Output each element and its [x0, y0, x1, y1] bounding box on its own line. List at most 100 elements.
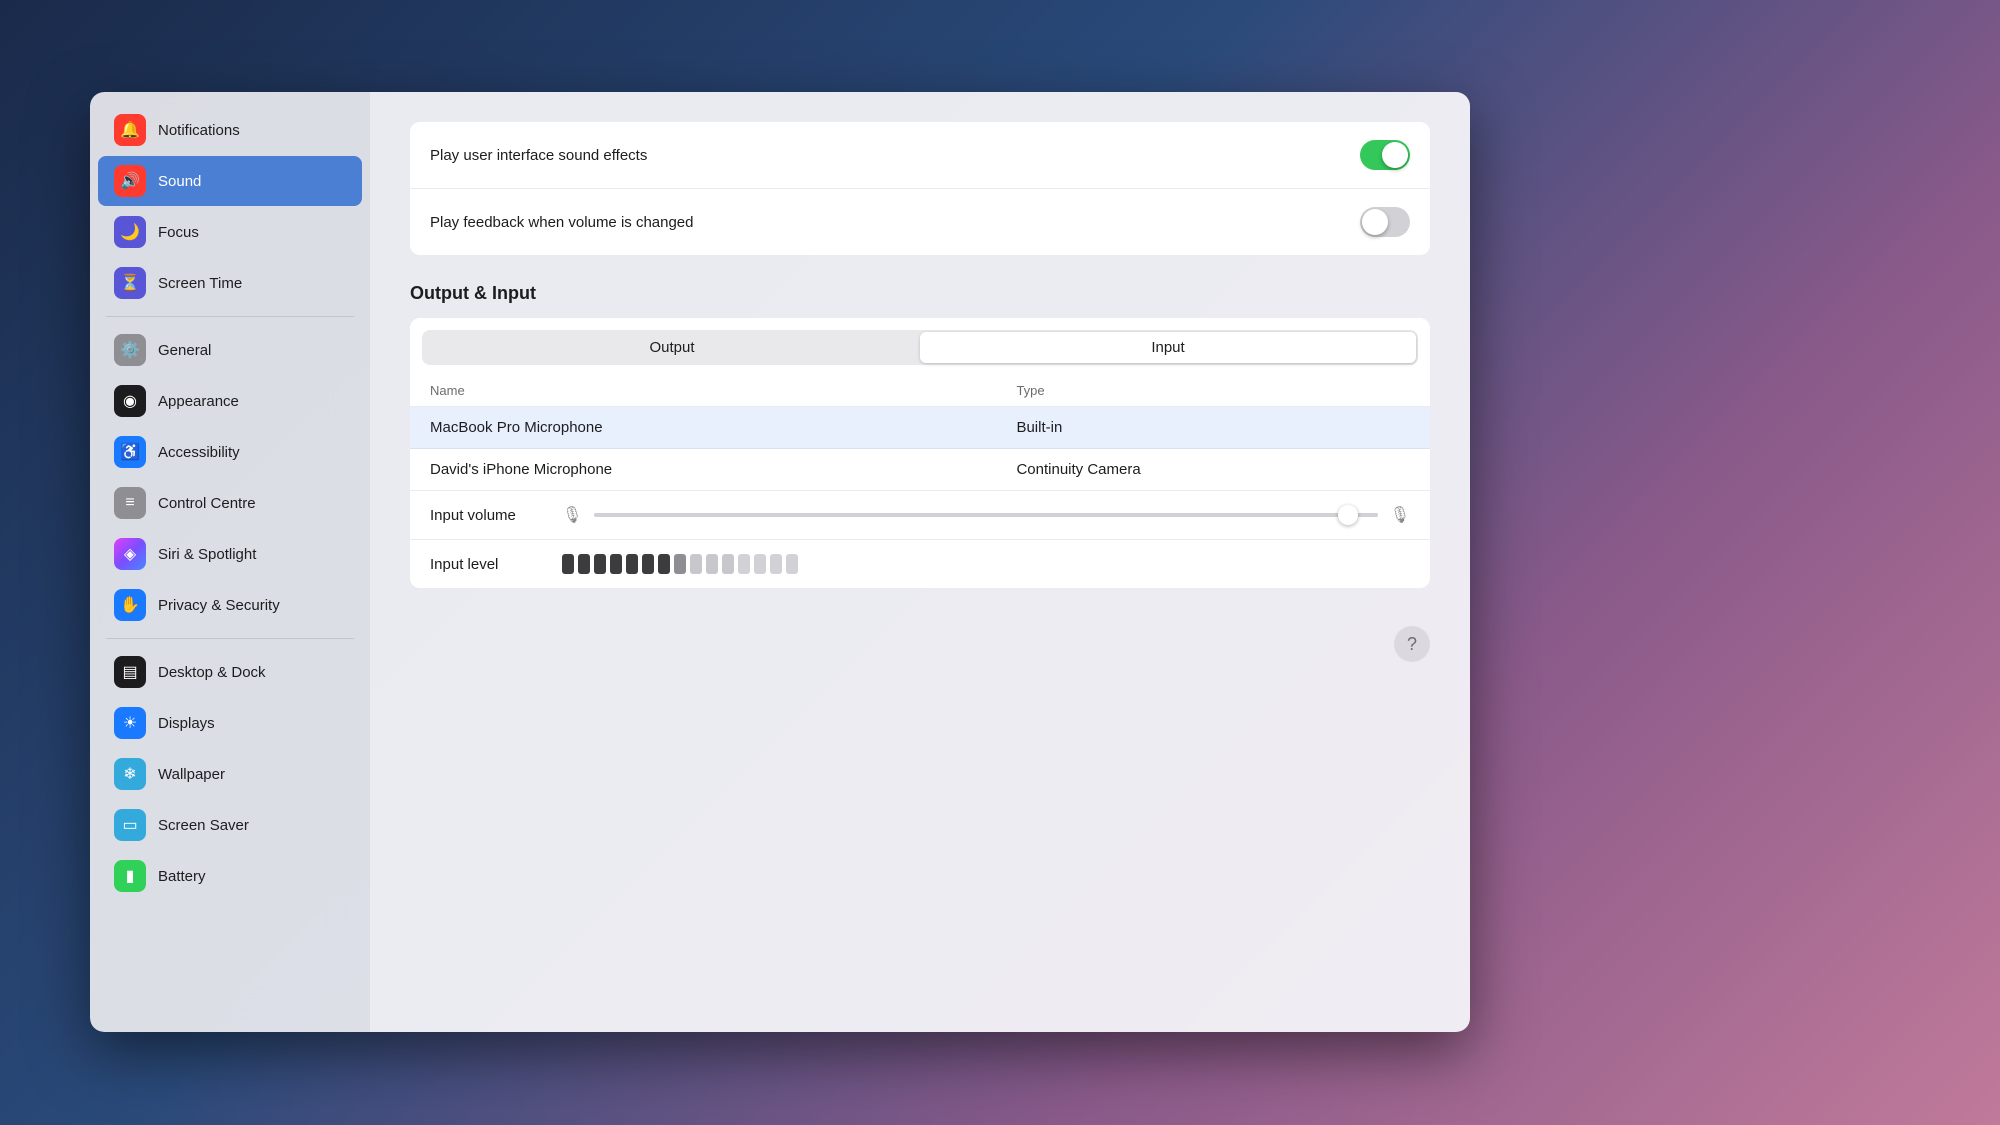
sidebar-item-siri[interactable]: ◈ Siri & Spotlight — [98, 529, 362, 579]
sidebar-item-battery[interactable]: ▮ Battery — [98, 851, 362, 901]
play-ui-sounds-row: Play user interface sound effects — [410, 122, 1430, 188]
toggle-knob-2 — [1362, 209, 1388, 235]
general-icon: ⚙️ — [114, 334, 146, 366]
sidebar-label-notifications: Notifications — [158, 122, 240, 139]
sidebar: 🔔 Notifications 🔊 Sound 🌙 Focus ⏳ Screen Time ⚙️… — [90, 92, 370, 1032]
sidebar-divider-1 — [106, 316, 354, 317]
level-bar — [658, 554, 670, 574]
level-bar — [674, 554, 686, 574]
sidebar-label-battery: Battery — [158, 868, 206, 885]
accessibility-icon: ♿ — [114, 436, 146, 468]
volume-slider-track — [594, 513, 1377, 517]
device-name: MacBook Pro Microphone — [410, 407, 996, 449]
sidebar-item-displays[interactable]: ☀ Displays — [98, 698, 362, 748]
level-bar — [690, 554, 702, 574]
level-bars — [562, 554, 1410, 574]
level-bar — [610, 554, 622, 574]
sidebar-item-desktop[interactable]: ▤ Desktop & Dock — [98, 647, 362, 697]
sidebar-label-displays: Displays — [158, 715, 215, 732]
sidebar-item-privacy[interactable]: ✋ Privacy & Security — [98, 580, 362, 630]
screentime-icon: ⏳ — [114, 267, 146, 299]
battery-icon: ▮ — [114, 860, 146, 892]
sidebar-item-notifications[interactable]: 🔔 Notifications — [98, 105, 362, 155]
help-button[interactable]: ? — [1394, 626, 1430, 662]
level-bar — [626, 554, 638, 574]
sidebar-item-accessibility[interactable]: ♿ Accessibility — [98, 427, 362, 477]
sidebar-item-focus[interactable]: 🌙 Focus — [98, 207, 362, 257]
mic-small-icon: 🎙 — [562, 505, 582, 525]
main-content: Play user interface sound effects Play f… — [370, 92, 1470, 1032]
sidebar-label-general: General — [158, 342, 211, 359]
sidebar-label-wallpaper: Wallpaper — [158, 766, 225, 783]
notifications-icon: 🔔 — [114, 114, 146, 146]
level-bar — [706, 554, 718, 574]
input-volume-section: Input volume 🎙 🎙 — [410, 490, 1430, 539]
level-bar — [754, 554, 766, 574]
sidebar-item-appearance[interactable]: ◉ Appearance — [98, 376, 362, 426]
focus-icon: 🌙 — [114, 216, 146, 248]
sidebar-label-controlcentre: Control Centre — [158, 495, 256, 512]
sidebar-item-general[interactable]: ⚙️ General — [98, 325, 362, 375]
sidebar-label-screensaver: Screen Saver — [158, 817, 249, 834]
sidebar-label-screentime: Screen Time — [158, 275, 242, 292]
level-bar — [738, 554, 750, 574]
level-bar — [578, 554, 590, 574]
sidebar-item-wallpaper[interactable]: ❄ Wallpaper — [98, 749, 362, 799]
level-bar — [786, 554, 798, 574]
sidebar-item-screentime[interactable]: ⏳ Screen Time — [98, 258, 362, 308]
play-ui-sounds-label: Play user interface sound effects — [430, 147, 647, 164]
device-type: Continuity Camera — [996, 449, 1430, 491]
siri-icon: ◈ — [114, 538, 146, 570]
appearance-icon: ◉ — [114, 385, 146, 417]
level-bar — [562, 554, 574, 574]
sidebar-label-sound: Sound — [158, 173, 201, 190]
input-level-row: Input level — [430, 554, 1410, 574]
privacy-icon: ✋ — [114, 589, 146, 621]
level-bar — [594, 554, 606, 574]
output-input-panel: Output Input Name Type MacBook Pro Micro… — [410, 318, 1430, 588]
table-row[interactable]: David's iPhone MicrophoneContinuity Came… — [410, 449, 1430, 491]
input-volume-label: Input volume — [430, 507, 550, 524]
play-ui-sounds-toggle[interactable] — [1360, 140, 1410, 170]
sound-icon: 🔊 — [114, 165, 146, 197]
volume-slider-thumb — [1338, 505, 1358, 525]
input-level-label: Input level — [430, 556, 550, 573]
input-volume-row: Input volume 🎙 🎙 — [430, 505, 1410, 525]
sound-toggles-group: Play user interface sound effects Play f… — [410, 122, 1430, 255]
device-name: David's iPhone Microphone — [410, 449, 996, 491]
level-bar — [722, 554, 734, 574]
col-name-header: Name — [410, 375, 996, 407]
input-volume-slider[interactable] — [594, 513, 1377, 517]
segmented-control: Output Input — [422, 330, 1418, 365]
sidebar-label-privacy: Privacy & Security — [158, 597, 280, 614]
wallpaper-icon: ❄ — [114, 758, 146, 790]
device-table: Name Type MacBook Pro MicrophoneBuilt-in… — [410, 375, 1430, 490]
col-type-header: Type — [996, 375, 1430, 407]
sidebar-label-siri: Siri & Spotlight — [158, 546, 256, 563]
table-row[interactable]: MacBook Pro MicrophoneBuilt-in — [410, 407, 1430, 449]
device-type: Built-in — [996, 407, 1430, 449]
play-feedback-row: Play feedback when volume is changed — [410, 188, 1430, 255]
sidebar-item-sound[interactable]: 🔊 Sound — [98, 156, 362, 206]
level-bar — [642, 554, 654, 574]
input-level-section: Input level — [410, 539, 1430, 588]
desktop-icon: ▤ — [114, 656, 146, 688]
sidebar-label-focus: Focus — [158, 224, 199, 241]
tab-output[interactable]: Output — [424, 332, 920, 363]
toggle-knob — [1382, 142, 1408, 168]
controlcentre-icon: ≡ — [114, 487, 146, 519]
sidebar-label-appearance: Appearance — [158, 393, 239, 410]
play-feedback-label: Play feedback when volume is changed — [430, 214, 694, 231]
screensaver-icon: ▭ — [114, 809, 146, 841]
section-title: Output & Input — [410, 283, 1430, 304]
sidebar-label-desktop: Desktop & Dock — [158, 664, 266, 681]
sidebar-item-controlcentre[interactable]: ≡ Control Centre — [98, 478, 362, 528]
displays-icon: ☀ — [114, 707, 146, 739]
sidebar-label-accessibility: Accessibility — [158, 444, 240, 461]
tab-input[interactable]: Input — [920, 332, 1416, 363]
sidebar-item-screensaver[interactable]: ▭ Screen Saver — [98, 800, 362, 850]
sidebar-divider-2 — [106, 638, 354, 639]
play-feedback-toggle[interactable] — [1360, 207, 1410, 237]
level-bar — [770, 554, 782, 574]
mic-large-icon: 🎙 — [1390, 505, 1410, 525]
